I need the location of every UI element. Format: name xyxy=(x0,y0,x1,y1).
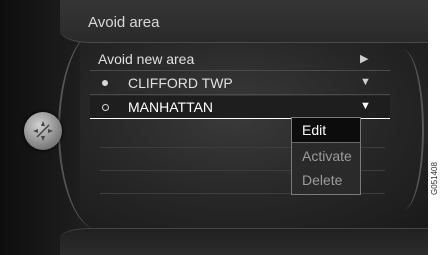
menu-item-activate[interactable]: Activate xyxy=(292,144,360,168)
filled-dot-icon xyxy=(102,80,108,86)
navigation-knob[interactable] xyxy=(24,112,62,150)
navigation-screen: Avoid area Avoid new area ▶ CLIFFORD TWP… xyxy=(0,0,428,255)
menu-item-label: Delete xyxy=(302,172,343,188)
menu-item-delete[interactable]: Delete xyxy=(292,168,360,192)
list-item-label: Avoid new area xyxy=(98,51,195,67)
bottom-bar xyxy=(60,228,428,255)
list-item-avoid-new-area[interactable]: Avoid new area ▶ xyxy=(90,48,390,71)
page-title: Avoid area xyxy=(88,14,160,31)
hollow-dot-icon xyxy=(102,104,109,111)
menu-item-label: Activate xyxy=(302,148,352,164)
arrow-right-icon: ▶ xyxy=(360,53,369,65)
compass-arrows-icon xyxy=(33,121,53,141)
context-menu: Edit Activate Delete xyxy=(291,117,361,195)
title-bar: Avoid area xyxy=(60,0,428,43)
list-item-label: MANHATTAN xyxy=(128,99,214,115)
arrow-down-icon: ▼ xyxy=(360,100,371,112)
menu-item-label: Edit xyxy=(302,122,327,138)
list-item-manhattan[interactable]: MANHATTAN ▼ xyxy=(90,96,390,119)
list-item-clifford-twp[interactable]: CLIFFORD TWP ▼ xyxy=(90,72,390,95)
image-code: G051408 xyxy=(430,162,439,195)
list-item-label: CLIFFORD TWP xyxy=(128,75,233,91)
arrow-down-icon: ▼ xyxy=(360,76,371,88)
menu-item-edit[interactable]: Edit xyxy=(292,118,360,143)
